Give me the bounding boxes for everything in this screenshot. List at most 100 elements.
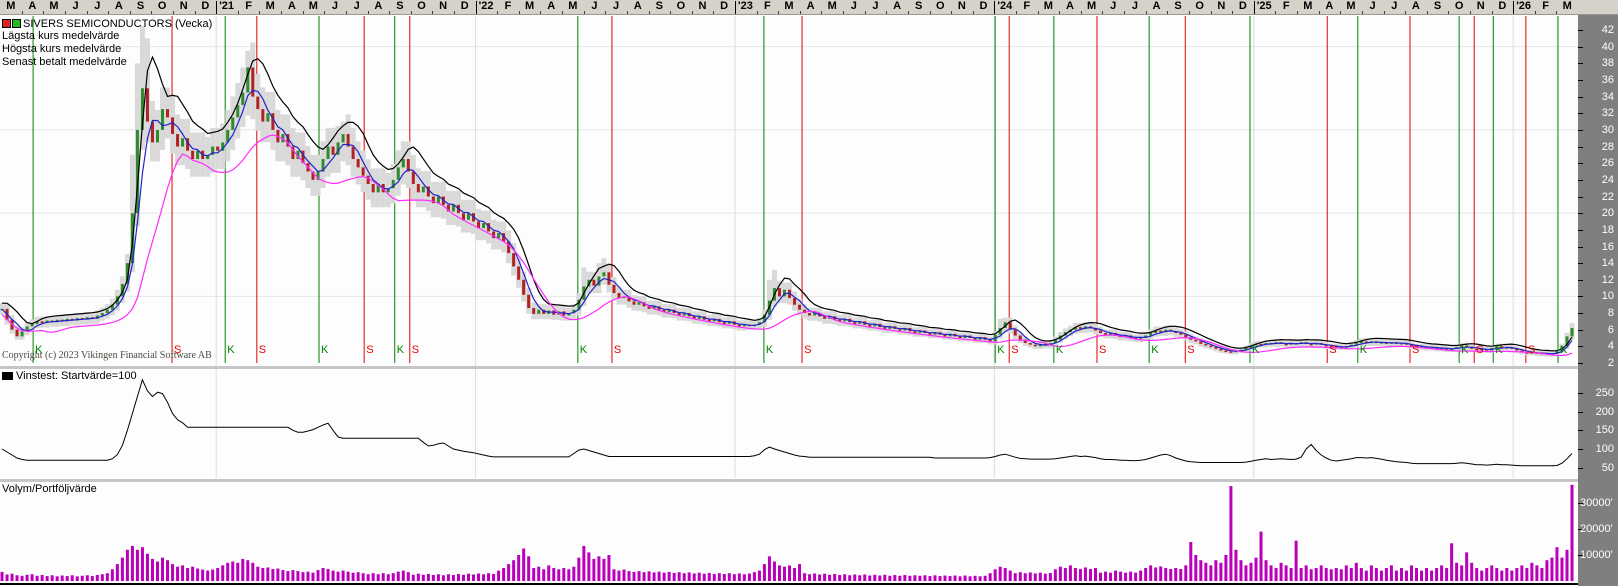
volume-bar	[723, 574, 726, 581]
candle-down	[517, 266, 520, 279]
month-label: A	[281, 0, 303, 13]
volume-bar	[1500, 571, 1503, 581]
buy-signal-label: K	[1056, 344, 1063, 357]
sell-signal-label: S	[1329, 344, 1336, 357]
candle-down	[352, 147, 355, 159]
volume-bar	[16, 575, 19, 581]
volume-bar	[713, 574, 716, 581]
candle-down	[367, 176, 370, 184]
volume-bar	[327, 569, 330, 581]
volume-bar	[392, 573, 395, 581]
volume-bar	[11, 574, 14, 581]
volume-bar	[352, 573, 355, 581]
volume-bar	[1415, 568, 1418, 581]
volume-bar	[1310, 569, 1313, 581]
buy-signal-label: K	[997, 344, 1004, 357]
volume-bar	[1074, 568, 1077, 581]
volume-bar	[256, 567, 259, 581]
month-label: A	[22, 0, 44, 13]
vinstest-legend-icon	[2, 372, 13, 380]
main-vinstest-separator	[0, 366, 1578, 369]
candle-up	[602, 272, 605, 276]
legend-line-last-ma: Senast betalt medelvärde	[2, 56, 212, 69]
candle-down	[868, 325, 871, 327]
candle-down	[357, 159, 360, 167]
buy-signal-label: K	[1461, 344, 1468, 357]
volume-bar	[322, 568, 325, 581]
volume-bar	[572, 567, 575, 581]
axis-tick-label: 10	[1580, 290, 1614, 303]
volume-bar	[156, 562, 159, 582]
volume-bar	[562, 568, 565, 581]
volume-bar	[1290, 568, 1293, 581]
month-label: S	[1427, 0, 1449, 13]
volume-bar	[768, 556, 771, 581]
volume-bar	[517, 555, 520, 581]
volume-bar	[1450, 543, 1453, 581]
volume-bar	[1059, 567, 1062, 581]
sell-signal-label: S	[1476, 344, 1483, 357]
volume-bar	[818, 575, 821, 582]
volume-bar	[226, 563, 229, 581]
volume-bar	[888, 576, 891, 581]
volume-bar	[1350, 568, 1353, 581]
volume-bar	[281, 570, 284, 581]
volume-bar	[1445, 568, 1448, 581]
volume-bar	[21, 576, 24, 581]
volume-bar	[1174, 568, 1177, 581]
candle-down	[216, 147, 219, 151]
month-label: A	[886, 0, 908, 13]
volume-bar	[211, 570, 214, 581]
volume-bar	[1009, 571, 1012, 581]
month-label: M	[1297, 0, 1319, 13]
volume-bar	[974, 576, 977, 581]
volume-bar	[1094, 568, 1097, 581]
candle-down	[798, 305, 801, 310]
volume-bar	[236, 563, 239, 581]
volume-bar	[457, 574, 460, 581]
month-label: M	[1038, 0, 1060, 13]
sell-signal-label: S	[1187, 344, 1194, 357]
axis-tick-label: 4	[1580, 340, 1614, 353]
volume-bar	[1405, 571, 1408, 581]
month-label: D	[1232, 0, 1254, 13]
candle-down	[823, 316, 826, 318]
volume-bar	[1239, 560, 1242, 581]
volume-bar	[944, 576, 947, 581]
year-separator	[994, 1, 995, 14]
legend-line-highest-ma: Högsta kurs medelvärde	[2, 43, 212, 56]
volume-bar	[387, 574, 390, 581]
month-label: M	[519, 0, 541, 13]
vinstest-volume-separator	[0, 479, 1578, 482]
volume-bar	[1571, 485, 1574, 581]
volume-bar	[26, 575, 29, 581]
month-label: S	[1167, 0, 1189, 13]
volume-bar	[507, 564, 510, 581]
volume-bar	[462, 575, 465, 581]
candle-up	[196, 151, 199, 159]
volume-bar	[1410, 565, 1413, 581]
candle-down	[512, 253, 515, 266]
candle-up	[327, 147, 330, 159]
axis-tick-label: 40	[1580, 41, 1614, 54]
volume-bar	[1049, 573, 1052, 581]
volume-bar	[447, 574, 450, 581]
month-label: A	[368, 0, 390, 13]
month-label: O	[411, 0, 433, 13]
volume-bar	[698, 573, 701, 581]
volume-bar	[668, 572, 671, 581]
volume-bar	[1480, 571, 1483, 581]
chart-canvas	[0, 0, 1618, 586]
volume-bar	[266, 567, 269, 581]
candle-up	[397, 167, 400, 179]
volume-bar	[1390, 565, 1393, 581]
axis-tick-label: 18	[1580, 224, 1614, 237]
volume-bar	[788, 565, 791, 581]
volume-bar	[959, 576, 962, 581]
candle-down	[1224, 351, 1227, 353]
volume-bar	[1375, 568, 1378, 581]
volume-bar	[241, 559, 244, 581]
volume-bar	[186, 568, 189, 581]
volume-bar	[1510, 571, 1513, 581]
volume-bar	[828, 575, 831, 581]
